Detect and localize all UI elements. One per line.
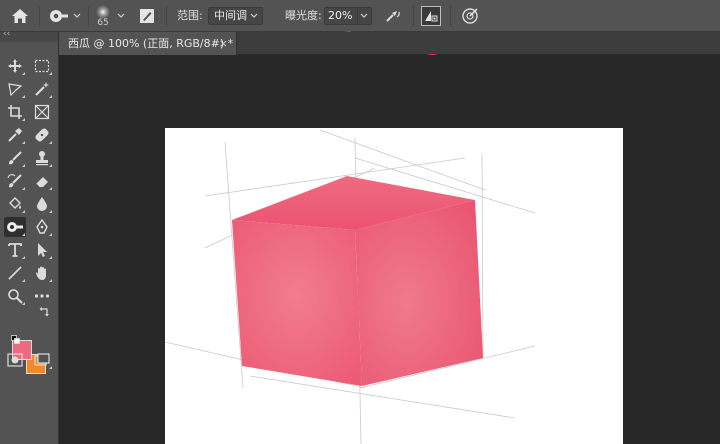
history-brush-icon: [7, 174, 22, 188]
document-tab-title: 西瓜 @ 100% (正面, RGB/8#) *: [68, 37, 234, 50]
collapse-icon[interactable]: ‹‹: [3, 29, 10, 39]
quick-mask-icon: [7, 353, 23, 367]
zoom-tool[interactable]: [4, 286, 26, 306]
brush-icon: [9, 151, 22, 165]
crop-icon: [8, 105, 22, 119]
marquee-icon: [34, 59, 50, 73]
magnifier-icon: [8, 289, 23, 304]
eraser-tool[interactable]: [31, 171, 53, 191]
type-tool[interactable]: [4, 240, 26, 260]
default-colors-icon[interactable]: [11, 335, 20, 344]
cube-right-face: [355, 200, 483, 386]
cube-artwork: [165, 129, 536, 444]
frame-icon: [34, 104, 50, 120]
magic-wand-icon: [35, 82, 49, 96]
line-icon: [8, 266, 22, 280]
gradient-tool[interactable]: [4, 194, 26, 214]
crop-tool[interactable]: [4, 102, 26, 122]
frame-tool[interactable]: [31, 102, 53, 122]
dodge-icon: [7, 222, 23, 232]
move-tool[interactable]: [4, 56, 26, 76]
screen-mode-icon: [34, 353, 50, 366]
eyedropper-tool[interactable]: [4, 125, 26, 145]
blur-tool[interactable]: [31, 194, 53, 214]
tools-panel-header[interactable]: ‹‹: [0, 29, 58, 42]
document-tab[interactable]: 西瓜 @ 100% (正面, RGB/8#) * ×: [59, 32, 237, 55]
close-icon[interactable]: ×: [219, 32, 228, 55]
hand-icon: [36, 266, 46, 280]
document-canvas[interactable]: [165, 128, 623, 444]
lasso-tool[interactable]: [4, 79, 26, 99]
pen-tool[interactable]: [31, 217, 53, 237]
drop-icon: [37, 197, 47, 211]
clone-stamp-tool[interactable]: [31, 148, 53, 168]
move-icon: [8, 59, 22, 73]
paint-bucket-icon: [9, 197, 21, 209]
healing-brush-tool[interactable]: [31, 125, 53, 145]
history-brush-tool[interactable]: [4, 171, 26, 191]
hand-tool[interactable]: [31, 263, 53, 283]
eraser-icon: [35, 177, 48, 188]
type-icon: [8, 243, 22, 257]
path-selection-tool[interactable]: [31, 240, 53, 260]
ellipsis-icon: [34, 294, 50, 298]
pen-icon: [36, 219, 48, 234]
magic-wand-tool[interactable]: [31, 79, 53, 99]
more-tools-button[interactable]: [31, 286, 53, 306]
arrow-cursor-icon: [38, 243, 47, 257]
tools-panel: ‹‹: [0, 29, 59, 444]
dodge-tool[interactable]: [4, 217, 26, 237]
bandage-icon: [35, 128, 49, 142]
screen-mode-button[interactable]: [31, 350, 53, 370]
brush-tool[interactable]: [4, 148, 26, 168]
swap-colors-icon[interactable]: [39, 307, 49, 317]
lasso-icon: [8, 83, 23, 97]
line-tool[interactable]: [4, 263, 26, 283]
stamp-icon: [36, 151, 48, 166]
quick-mask-button[interactable]: [4, 350, 26, 370]
eyedropper-icon: [8, 128, 22, 142]
marquee-tool[interactable]: [31, 56, 53, 76]
cube-left-face: [232, 220, 362, 386]
